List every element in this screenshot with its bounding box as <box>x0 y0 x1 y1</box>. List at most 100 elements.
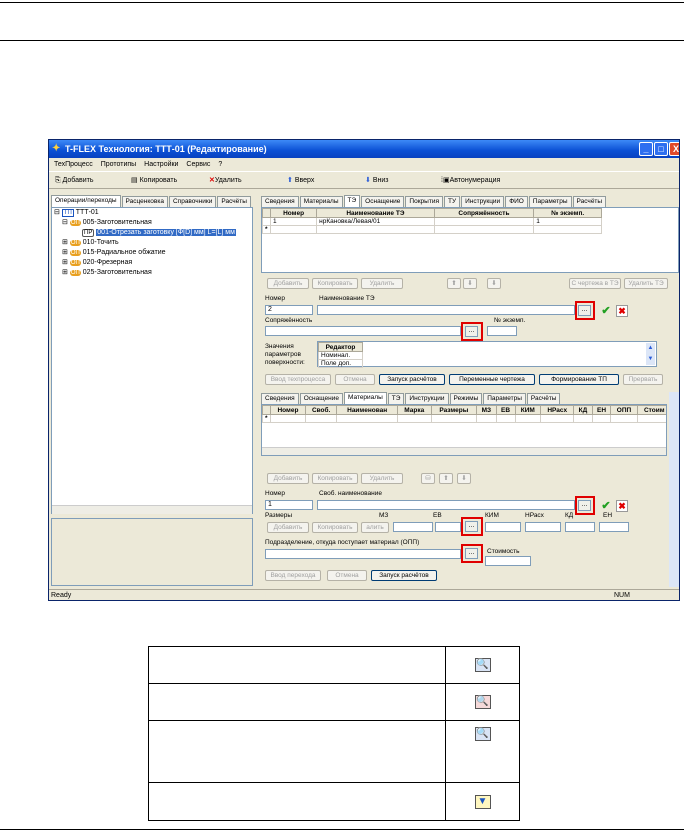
size-add-button[interactable]: Добавить <box>267 522 309 533</box>
cell[interactable]: нрКановка/Левая/01 <box>316 217 435 226</box>
cell[interactable] <box>433 217 535 226</box>
tree-hscrollbar[interactable] <box>52 505 252 514</box>
editor-row-tolerance[interactable]: Поле доп. <box>318 359 363 368</box>
dept-field[interactable] <box>265 549 461 559</box>
move-up-button[interactable]: ⬆ <box>447 278 461 289</box>
menu-item-prototypes[interactable]: Прототипы <box>101 161 136 168</box>
maximize-button[interactable]: □ <box>654 142 668 156</box>
tab-references[interactable]: Справочники <box>168 196 217 207</box>
tab-calculations[interactable]: Расчёты <box>217 196 251 207</box>
tab-te[interactable]: ТЭ <box>343 195 361 207</box>
new-row[interactable]: * <box>262 414 666 423</box>
tab-info[interactable]: Сведения <box>261 393 299 404</box>
col-kim[interactable]: КИМ <box>514 405 542 415</box>
size-delete-button[interactable]: алить <box>361 522 389 533</box>
cell[interactable] <box>316 225 435 234</box>
editor-scrollbar[interactable]: ▲ ▼ <box>646 343 655 365</box>
toolbar-delete-button[interactable]: ✕Удалить <box>209 175 242 187</box>
tab-parameters[interactable]: Параметры <box>483 393 526 404</box>
cancel-icon[interactable]: ✖ <box>616 500 628 512</box>
cell[interactable] <box>433 225 535 234</box>
cell[interactable]: 1 <box>269 217 318 226</box>
col-kd[interactable]: КД <box>573 405 593 415</box>
te-name-field[interactable] <box>317 305 575 315</box>
menu-item-process[interactable]: ТехПроцесс <box>54 161 93 168</box>
tab-info[interactable]: Сведения <box>261 196 299 207</box>
mat-name-field[interactable] <box>317 500 575 510</box>
move-bottom-button[interactable]: ⬇ <box>487 278 501 289</box>
mat-up-button[interactable]: ⬆ <box>439 473 453 484</box>
tab-calculations[interactable]: Расчёты <box>526 393 561 404</box>
mat-db-button[interactable]: ⛁ <box>421 473 435 484</box>
col-ev[interactable]: ЕВ <box>495 405 516 415</box>
mz-field[interactable] <box>393 522 433 532</box>
cell[interactable] <box>533 225 602 234</box>
menu-item-service[interactable]: Сервис <box>186 161 210 168</box>
minimize-button[interactable]: _ <box>639 142 653 156</box>
tab-equipment[interactable]: Оснащение <box>361 196 405 207</box>
menu-item-help[interactable]: ? <box>218 161 222 168</box>
form-tp-button[interactable]: Формирование ТП <box>539 374 619 385</box>
tab-parameters[interactable]: Параметры <box>528 196 572 207</box>
toolbar-down-button[interactable]: ⬇ Вниз <box>365 175 388 187</box>
en-field[interactable] <box>599 522 629 532</box>
te-number-field[interactable]: 2 <box>265 305 313 315</box>
cell[interactable] <box>269 225 318 234</box>
col-en[interactable]: ЕН <box>591 405 612 415</box>
col-mz[interactable]: МЗ <box>476 405 497 415</box>
cancel-icon[interactable]: ✖ <box>616 305 628 317</box>
tab-operations[interactable]: Операции/переходы <box>51 195 121 207</box>
col-free[interactable]: Своб. <box>304 405 338 415</box>
right-vscrollbar[interactable] <box>669 392 679 587</box>
tree-node-root[interactable]: ⊟ ТП ТТТ-01 <box>52 208 252 218</box>
menu-item-settings[interactable]: Настройки <box>144 161 178 168</box>
mat-down-button[interactable]: ⬇ <box>457 473 471 484</box>
col-number[interactable]: Номер <box>270 405 306 415</box>
col-conj[interactable]: Сопряжённость <box>433 208 535 218</box>
toolbar-add-button[interactable]: ⎘ Добавить <box>55 175 93 187</box>
tab-materials[interactable]: Материалы <box>299 196 343 207</box>
material-grid-hscrollbar[interactable] <box>262 447 666 455</box>
move-down-button[interactable]: ⬇ <box>463 278 477 289</box>
editor-row-nominal[interactable]: Номинал. <box>318 351 363 360</box>
te-add-button[interactable]: Добавить <box>267 278 309 289</box>
col-name[interactable]: Наименован <box>336 405 398 415</box>
cell[interactable]: 1 <box>533 217 602 226</box>
tab-instructions[interactable]: Инструкции <box>405 393 449 404</box>
tab-materials[interactable]: Материалы <box>343 392 387 404</box>
kim-field[interactable] <box>485 522 521 532</box>
kd-field[interactable] <box>565 522 595 532</box>
col-inst[interactable]: № экземп. <box>533 208 602 218</box>
delete-te-button[interactable]: Удалить ТЭ <box>624 278 668 289</box>
new-row[interactable]: * <box>262 225 602 234</box>
tab-coatings[interactable]: Покрытия <box>405 196 443 207</box>
toolbar-autonum-button[interactable]: ⁞▣Автонумерация <box>441 175 500 187</box>
conj-field[interactable] <box>265 326 461 336</box>
col-number[interactable]: Номер <box>269 208 318 218</box>
col-sizes[interactable]: Размеры <box>430 405 478 415</box>
mat-delete-button[interactable]: Удалить <box>361 473 403 484</box>
tree-node-step001[interactable]: ПР 001-Отрезать заготовку [Ф[D] мм] L=[L… <box>52 228 252 238</box>
col-cost[interactable]: Стоим <box>636 405 666 415</box>
confirm-icon[interactable]: ✔ <box>600 500 612 512</box>
tab-equipment[interactable]: Оснащение <box>299 393 343 404</box>
cancel-top-button[interactable]: Отмена <box>335 374 375 385</box>
tree-node-op015[interactable]: ⊞ ОП 015-Радиальное обжатие <box>52 248 252 258</box>
inst-field[interactable] <box>487 326 517 336</box>
tree-node-op010[interactable]: ⊞ ОП 010-Точить <box>52 238 252 248</box>
tree-node-op020[interactable]: ⊞ ОП 020-Фрезерная <box>52 258 252 268</box>
drawing-vars-button[interactable]: Переменные чертежа <box>449 374 535 385</box>
toolbar-copy-button[interactable]: ▤ Копировать <box>131 175 177 187</box>
run-calc-bottom-button[interactable]: Запуск расчётов <box>371 570 437 581</box>
from-drawing-button[interactable]: С чертежа в ТЭ <box>569 278 621 289</box>
input-step-button[interactable]: Ввод перехода <box>265 570 321 581</box>
tab-instructions[interactable]: Инструкции <box>461 196 505 207</box>
col-opp[interactable]: ОПП <box>610 405 638 415</box>
size-copy-button[interactable]: Копировать <box>312 522 358 533</box>
cost-field[interactable] <box>485 556 531 566</box>
te-copy-button[interactable]: Копировать <box>312 278 358 289</box>
mat-add-button[interactable]: Добавить <box>267 473 309 484</box>
tree-node-op005[interactable]: ⊟ ОП 005-Заготовительная <box>52 218 252 228</box>
abort-button[interactable]: Прервать <box>623 374 663 385</box>
nrash-field[interactable] <box>525 522 561 532</box>
